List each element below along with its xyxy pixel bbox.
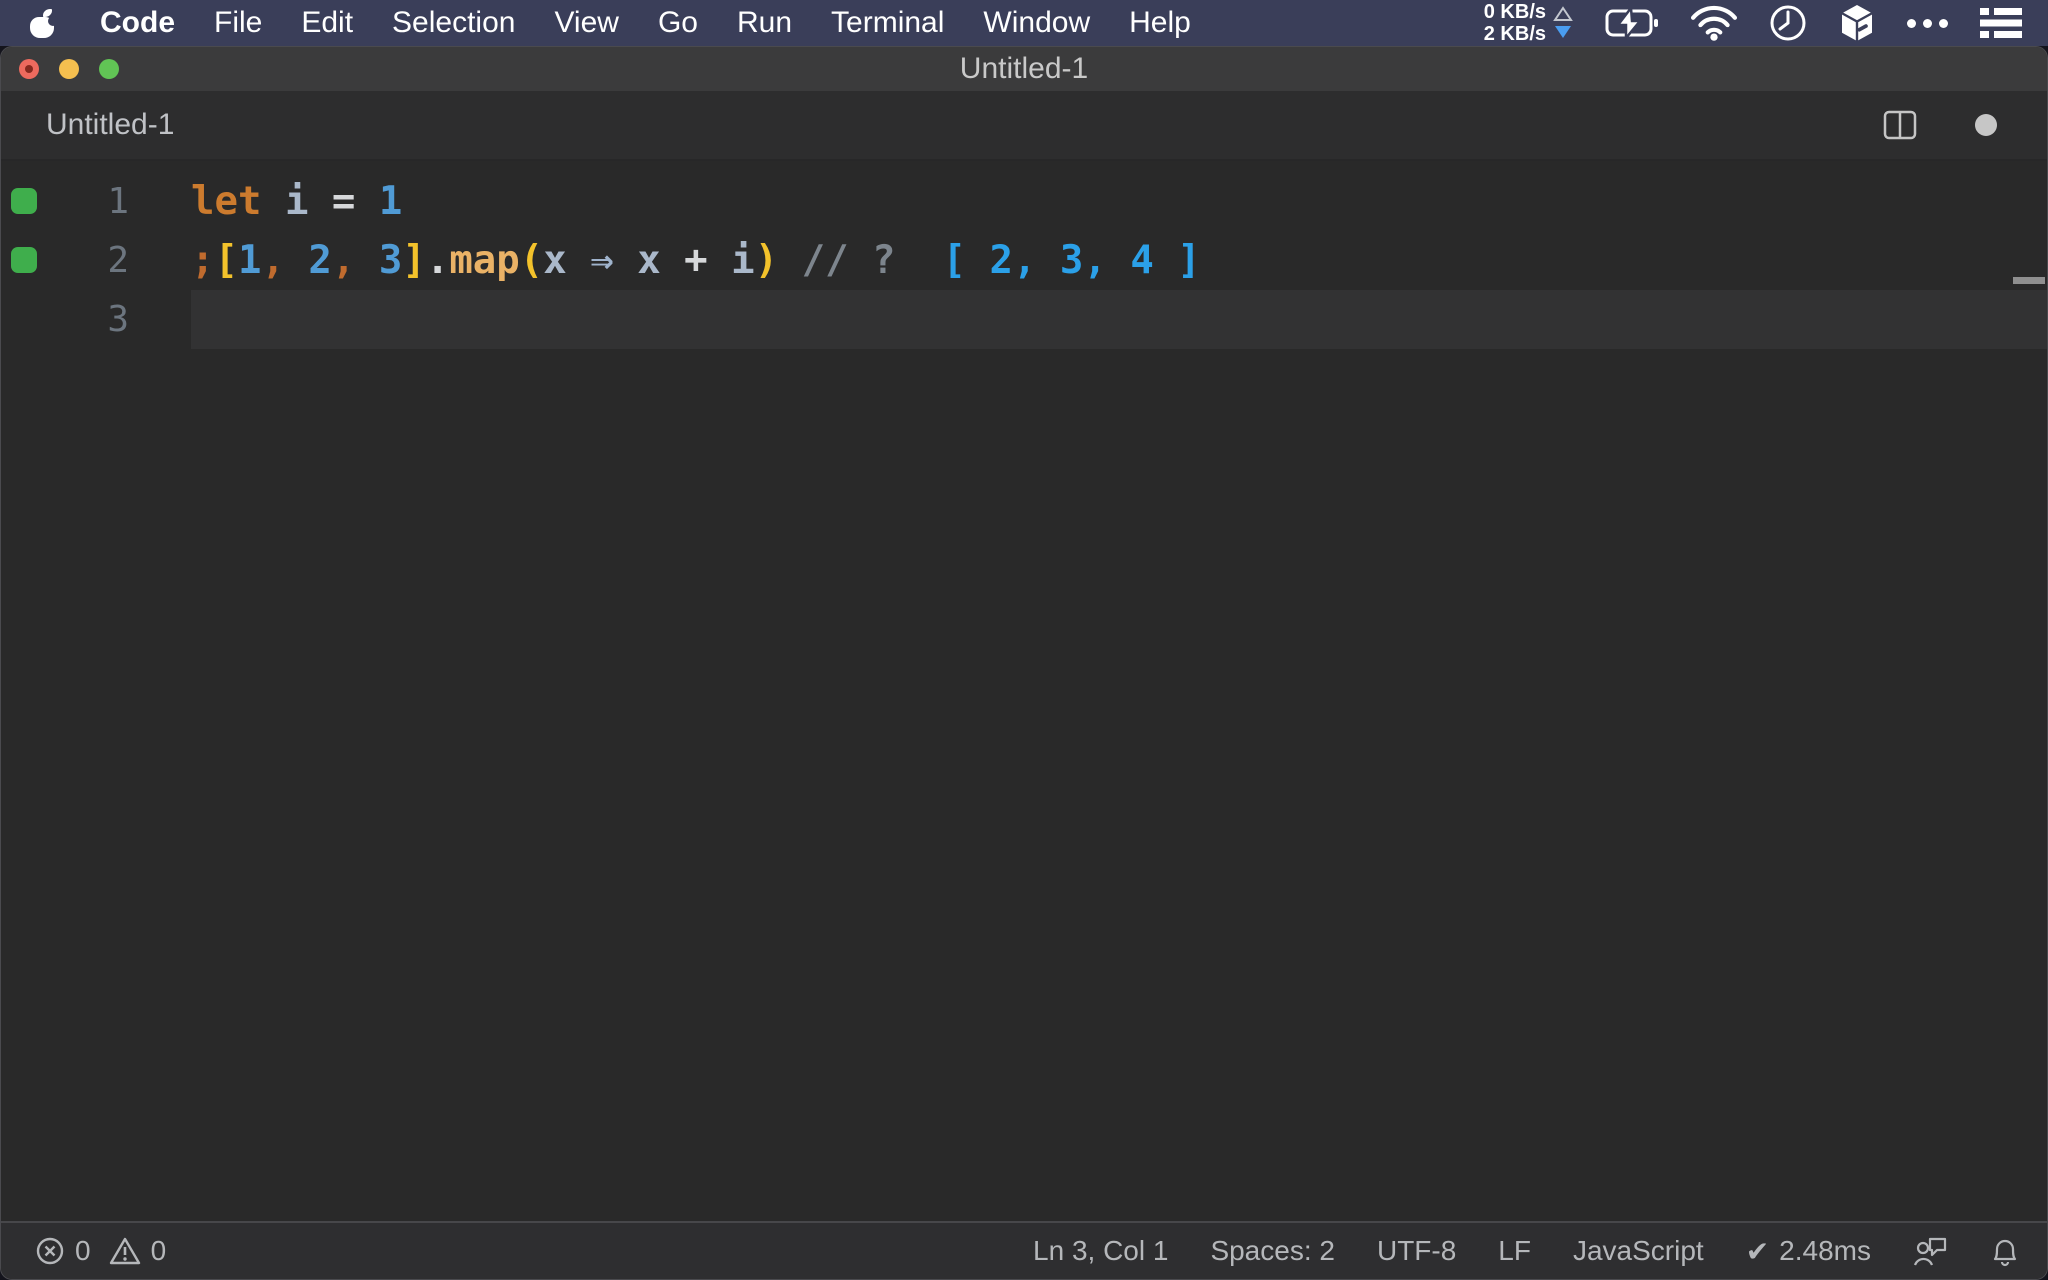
status-eol[interactable]: LF	[1498, 1235, 1531, 1267]
zoom-button[interactable]	[99, 59, 119, 79]
editor-tab-bar: Untitled-1	[1, 91, 2047, 161]
token-punct: ,	[261, 238, 284, 283]
battery-charging-icon[interactable]	[1605, 8, 1659, 38]
token-ident: i	[731, 238, 754, 283]
line-number: 3	[1, 290, 129, 349]
macos-menu-bar: Code File Edit Selection View Go Run Terminal W…	[0, 0, 2048, 46]
line-content: let i = 1	[191, 172, 402, 231]
download-arrow-icon	[1553, 24, 1573, 40]
token-plain	[708, 238, 731, 283]
token-plain	[567, 238, 590, 283]
token-comment: ?	[872, 238, 895, 283]
token-function: map	[449, 238, 519, 283]
warning-icon	[109, 1236, 141, 1266]
token-bracket: )	[755, 238, 778, 283]
token-number: 3	[379, 238, 402, 283]
network-up-speed: 0 KB/s	[1484, 1, 1546, 23]
token-ident: x	[543, 238, 566, 283]
menu-item-selection[interactable]: Selection	[392, 6, 515, 40]
quokka-status[interactable]: ✔ 2.48ms	[1746, 1235, 1871, 1268]
token-plain	[614, 238, 637, 283]
menu-item-help[interactable]: Help	[1129, 6, 1191, 40]
token-plain	[896, 238, 943, 283]
minimize-button[interactable]	[59, 59, 79, 79]
menu-item-window[interactable]: Window	[983, 6, 1090, 40]
problems-indicator[interactable]: 0 0	[35, 1235, 166, 1267]
code-line-2[interactable]: 2;[1, 2, 3].map(x ⇒ x + i) // ? [ 2, 3, …	[1, 231, 2047, 290]
status-bar: 0 0 Ln 3, Col 1 Spaces: 2 UTF-8 LF JavaS…	[1, 1221, 2047, 1279]
network-down-speed: 2 KB/s	[1484, 23, 1546, 45]
code-line-3[interactable]: 3	[1, 290, 2047, 349]
status-indentation[interactable]: Spaces: 2	[1210, 1235, 1335, 1267]
apple-icon[interactable]	[30, 9, 54, 38]
token-ident: i	[285, 179, 308, 224]
menu-item-go[interactable]: Go	[658, 6, 698, 40]
quokka-inline-value: [ 2, 3, 4 ]	[943, 238, 1201, 283]
cube-app-icon[interactable]	[1839, 3, 1875, 43]
quokka-run-time: 2.48ms	[1779, 1235, 1871, 1267]
status-encoding[interactable]: UTF-8	[1377, 1235, 1456, 1267]
menu-item-edit[interactable]: Edit	[301, 6, 353, 40]
token-operator: =	[332, 179, 355, 224]
token-punct: ,	[332, 238, 355, 283]
unsaved-changes-indicator[interactable]	[1975, 114, 1997, 136]
warning-count: 0	[151, 1235, 167, 1267]
current-line-highlight	[191, 290, 2047, 349]
window-title: Untitled-1	[960, 52, 1088, 86]
token-plain	[661, 238, 684, 283]
ellipsis-icon[interactable]	[1907, 19, 1948, 28]
menu-item-file[interactable]: File	[214, 6, 262, 40]
token-punct: ;	[191, 238, 214, 283]
token-bracket: ]	[402, 238, 425, 283]
token-operator: +	[684, 238, 707, 283]
clock-icon[interactable]	[1769, 4, 1807, 42]
token-plain	[355, 238, 378, 283]
token-bracket: [	[214, 238, 237, 283]
code-editor[interactable]: 1let i = 12;[1, 2, 3].map(x ⇒ x + i) // …	[1, 161, 2047, 1221]
line-number: 2	[1, 231, 129, 290]
token-keyword: let	[191, 179, 261, 224]
traffic-lights	[19, 59, 119, 79]
wifi-icon[interactable]	[1691, 5, 1737, 41]
token-number: 1	[238, 238, 261, 283]
token-plain	[261, 179, 284, 224]
check-icon: ✔	[1746, 1235, 1769, 1268]
token-comment: //	[802, 238, 849, 283]
token-plain	[308, 179, 331, 224]
line-content: ;[1, 2, 3].map(x ⇒ x + i) // ? [ 2, 3, 4…	[191, 231, 1201, 290]
bell-icon[interactable]	[1991, 1235, 2019, 1267]
token-ident: x	[637, 238, 660, 283]
tab-untitled-1[interactable]: Untitled-1	[46, 108, 174, 142]
menu-item-terminal[interactable]: Terminal	[831, 6, 944, 40]
menu-items: Code File Edit Selection View Go Run Terminal W…	[100, 6, 1191, 40]
line-number: 1	[1, 172, 129, 231]
upload-arrow-icon	[1553, 6, 1573, 22]
token-plain	[849, 238, 872, 283]
status-language-mode[interactable]: JavaScript	[1573, 1235, 1704, 1267]
token-bracket: (	[520, 238, 543, 283]
menu-item-code[interactable]: Code	[100, 6, 175, 40]
token-plain	[778, 238, 801, 283]
token-plain	[355, 179, 378, 224]
token-plain	[285, 238, 308, 283]
list-icon[interactable]	[1980, 7, 2022, 39]
menu-item-run[interactable]: Run	[737, 6, 792, 40]
window-title-bar[interactable]: Untitled-1	[1, 47, 2047, 91]
close-button[interactable]	[19, 59, 39, 79]
split-editor-icon[interactable]	[1883, 110, 1917, 140]
token-number: 2	[308, 238, 331, 283]
error-icon	[35, 1236, 65, 1266]
error-count: 0	[75, 1235, 91, 1267]
menu-item-view[interactable]: View	[554, 6, 618, 40]
feedback-icon[interactable]	[1913, 1235, 1949, 1267]
token-operator: .	[426, 238, 449, 283]
vscode-window: Untitled-1 Untitled-1 1let i = 12;[1, 2,…	[0, 46, 2048, 1280]
token-arrow: ⇒	[590, 238, 613, 283]
network-speed-indicator[interactable]: 0 KB/s 2 KB/s	[1484, 1, 1573, 45]
code-line-1[interactable]: 1let i = 1	[1, 172, 2047, 231]
menu-bar-tray: 0 KB/s 2 KB/s	[1484, 1, 2022, 45]
token-number: 1	[379, 179, 402, 224]
status-cursor-position[interactable]: Ln 3, Col 1	[1033, 1235, 1168, 1267]
